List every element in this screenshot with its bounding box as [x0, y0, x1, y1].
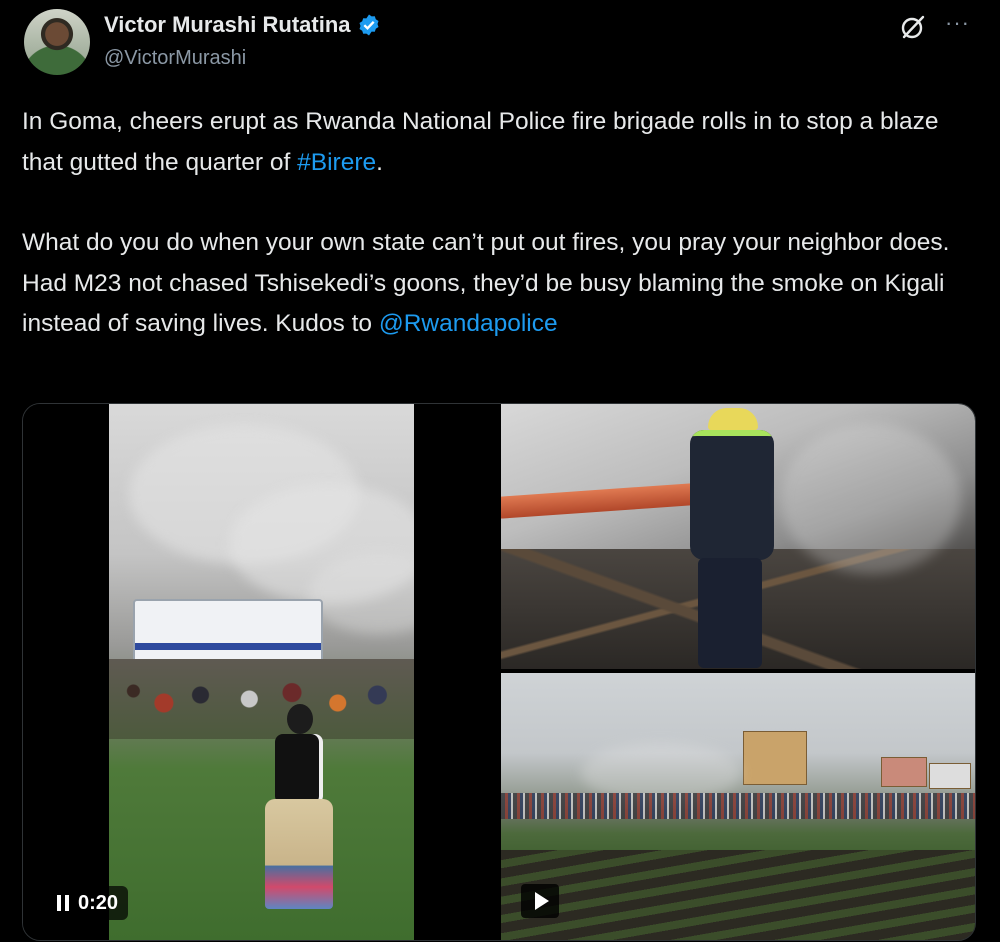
tweet-paragraph-1: In Goma, cheers erupt as Rwanda National…: [22, 102, 972, 183]
grok-slash-circle-icon[interactable]: [898, 12, 928, 42]
play-button[interactable]: [521, 884, 559, 918]
more-options-button[interactable]: ···: [945, 10, 970, 36]
tweet-paragraph-2: What do you do when your own state can’t…: [22, 223, 972, 345]
tweet-text-span: In Goma, cheers erupt as Rwanda National…: [22, 108, 939, 176]
fire-hose: [501, 482, 702, 520]
building: [929, 763, 971, 789]
woman-figure: [261, 704, 339, 914]
play-icon: [534, 892, 549, 910]
mention-link[interactable]: @Rwandapolice: [379, 310, 558, 337]
author-name-row: Victor Murashi Rutatina: [104, 12, 381, 38]
town-crowd: [501, 793, 975, 819]
video-frame-crowd: [109, 404, 414, 940]
video-player-2[interactable]: [501, 673, 975, 940]
video-timestamp: 0:20: [78, 891, 119, 914]
verified-badge-icon: [359, 14, 379, 36]
video-timestamp-pill[interactable]: 0:20: [47, 886, 129, 920]
author-name[interactable]: Victor Murashi Rutatina: [104, 12, 351, 38]
firefighter-figure: [676, 408, 788, 668]
tweet-text: In Goma, cheers erupt as Rwanda National…: [22, 102, 972, 345]
pause-icon[interactable]: [57, 895, 69, 911]
tweet-text-span: .: [376, 148, 383, 176]
hashtag-link[interactable]: #Birere: [297, 149, 376, 176]
media-grid: 0:20: [22, 403, 976, 941]
video-player-1[interactable]: 0:20: [23, 404, 497, 940]
building: [881, 757, 927, 787]
author-avatar[interactable]: [24, 9, 90, 75]
image-firefighter[interactable]: [501, 404, 975, 669]
field-furrows: [501, 850, 975, 940]
building: [743, 731, 807, 785]
author-handle[interactable]: @VictorMurashi: [104, 47, 246, 70]
